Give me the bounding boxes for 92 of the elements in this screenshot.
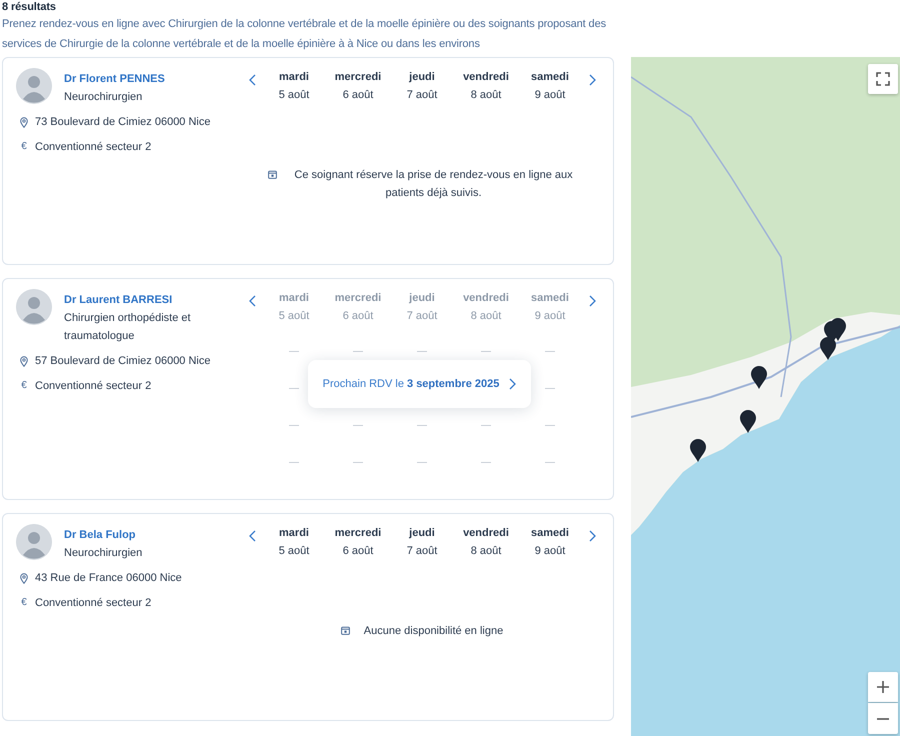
day-name: mercredi [334, 291, 382, 306]
day-date: 8 août [470, 544, 502, 559]
day-name: mardi [279, 291, 309, 306]
day-date: 6 août [342, 88, 374, 103]
fullscreen-button[interactable] [868, 64, 898, 94]
empty-slot-dash: — [545, 456, 555, 468]
empty-slot-dash: — [353, 420, 363, 432]
plus-icon [876, 680, 890, 694]
map-pin-icon[interactable] [830, 318, 846, 341]
day-name: mercredi [334, 70, 382, 85]
day-name: samedi [531, 291, 569, 306]
day-date: 6 août [342, 544, 374, 559]
map-pin-icon[interactable] [690, 439, 706, 462]
empty-slot-dash: — [417, 420, 427, 432]
empty-slot-dash: — [289, 456, 299, 468]
empty-slot-dash: — [545, 420, 555, 432]
empty-slot-dash: — [481, 420, 491, 432]
fullscreen-icon [876, 72, 890, 86]
doctor-specialty: Chirurgien orthopédiste et traumatologue [64, 311, 192, 344]
euro-icon: € [19, 594, 29, 612]
day-date: 6 août [342, 309, 374, 324]
day-date: 9 août [534, 309, 566, 324]
chevron-left-icon [248, 530, 256, 542]
day-date: 9 août [534, 88, 566, 103]
minus-icon [876, 718, 890, 720]
avatar-icon [16, 289, 52, 325]
doctor-specialty: Neurochirurgien [64, 546, 144, 561]
doctor-name[interactable]: Dr Florent PENNES [64, 70, 214, 88]
results-description: Prenez rendez-vous en ligne avec Chirurgien de la colonne vertébrale et de la moelle épinière ou des soignants proposant des services de Chirurgie de la colonne vertébrale et de la moelle épinière à à Nice ou dans les environs [2, 17, 607, 52]
chevron-left-icon [248, 295, 256, 307]
day-name: mardi [279, 70, 309, 85]
doctor-name[interactable]: Dr Bela Fulop [64, 526, 214, 544]
day-name: samedi [531, 526, 569, 541]
results-count: 8 résultats [2, 0, 57, 14]
empty-slot-dash: — [289, 420, 299, 432]
euro-icon: € [19, 377, 29, 395]
fee-info: Conventionné secteur 2 [35, 596, 152, 611]
map-pin-icon[interactable] [751, 366, 767, 389]
euro-icon: € [19, 138, 29, 156]
empty-slot-dash: — [545, 346, 555, 358]
day-date: 7 août [406, 309, 438, 324]
empty-slot-dash: — [481, 346, 491, 358]
day-date: 8 août [470, 309, 502, 324]
day-date: 5 août [278, 309, 310, 324]
location-pin-icon [20, 356, 28, 366]
empty-slot-dash: — [353, 346, 363, 358]
day-date: 7 août [406, 88, 438, 103]
day-name: vendredi [463, 70, 509, 85]
day-name: jeudi [409, 291, 435, 306]
empty-slot-dash: — [481, 456, 491, 468]
doctor-specialty: Neurochirurgien [64, 90, 144, 105]
avatar-icon [16, 524, 52, 560]
day-date: 7 août [406, 544, 438, 559]
doctor-address: 73 Boulevard de Cimiez 06000 Nice [35, 115, 210, 130]
fee-info: Conventionné secteur 2 [35, 140, 152, 155]
day-date: 8 août [470, 88, 502, 103]
map-pin-icon[interactable] [820, 337, 836, 360]
day-date: 5 août [278, 544, 310, 559]
calendar-icon [340, 626, 350, 635]
chevron-right-icon [588, 530, 596, 542]
location-pin-icon [20, 572, 28, 584]
doctor-address: 57 Boulevard de Cimiez 06000 Nice [35, 354, 210, 369]
chevron-left-icon [248, 74, 256, 86]
availability-message: Ce soignant réserve la prise de rendez-vous en ligne aux patients déjà suivis. [293, 168, 574, 201]
empty-slot-dash: — [545, 382, 555, 394]
day-name: samedi [531, 70, 569, 85]
calendar-icon [268, 170, 277, 179]
fee-info: Conventionné secteur 2 [35, 379, 152, 394]
day-name: jeudi [409, 70, 435, 85]
map-pin-icon[interactable] [740, 410, 756, 433]
next-appointment-button[interactable]: Prochain RDV le 3 septembre 2025 [308, 360, 531, 408]
empty-slot-dash: — [353, 456, 363, 468]
location-pin-icon [20, 116, 28, 128]
doctor-name[interactable]: Dr Laurent BARRESI [64, 291, 214, 309]
chevron-right-icon [588, 295, 596, 307]
day-name: mercredi [334, 526, 382, 541]
avatar-icon [16, 68, 52, 104]
empty-slot-dash: — [289, 346, 299, 358]
day-name: mardi [279, 526, 309, 541]
day-name: vendredi [463, 291, 509, 306]
empty-slot-dash: — [417, 346, 427, 358]
day-name: vendredi [463, 526, 509, 541]
empty-slot-dash: — [417, 456, 427, 468]
chevron-right-icon [588, 74, 596, 86]
day-date: 5 août [278, 88, 310, 103]
zoom-in-button[interactable] [868, 672, 898, 702]
day-name: jeudi [409, 526, 435, 541]
chevron-right-icon [509, 378, 516, 390]
doctor-address: 43 Rue de France 06000 Nice [35, 571, 182, 586]
empty-slot-dash: — [289, 382, 299, 394]
availability-message: Aucune disponibilité en ligne [364, 624, 504, 639]
day-date: 9 août [534, 544, 566, 559]
